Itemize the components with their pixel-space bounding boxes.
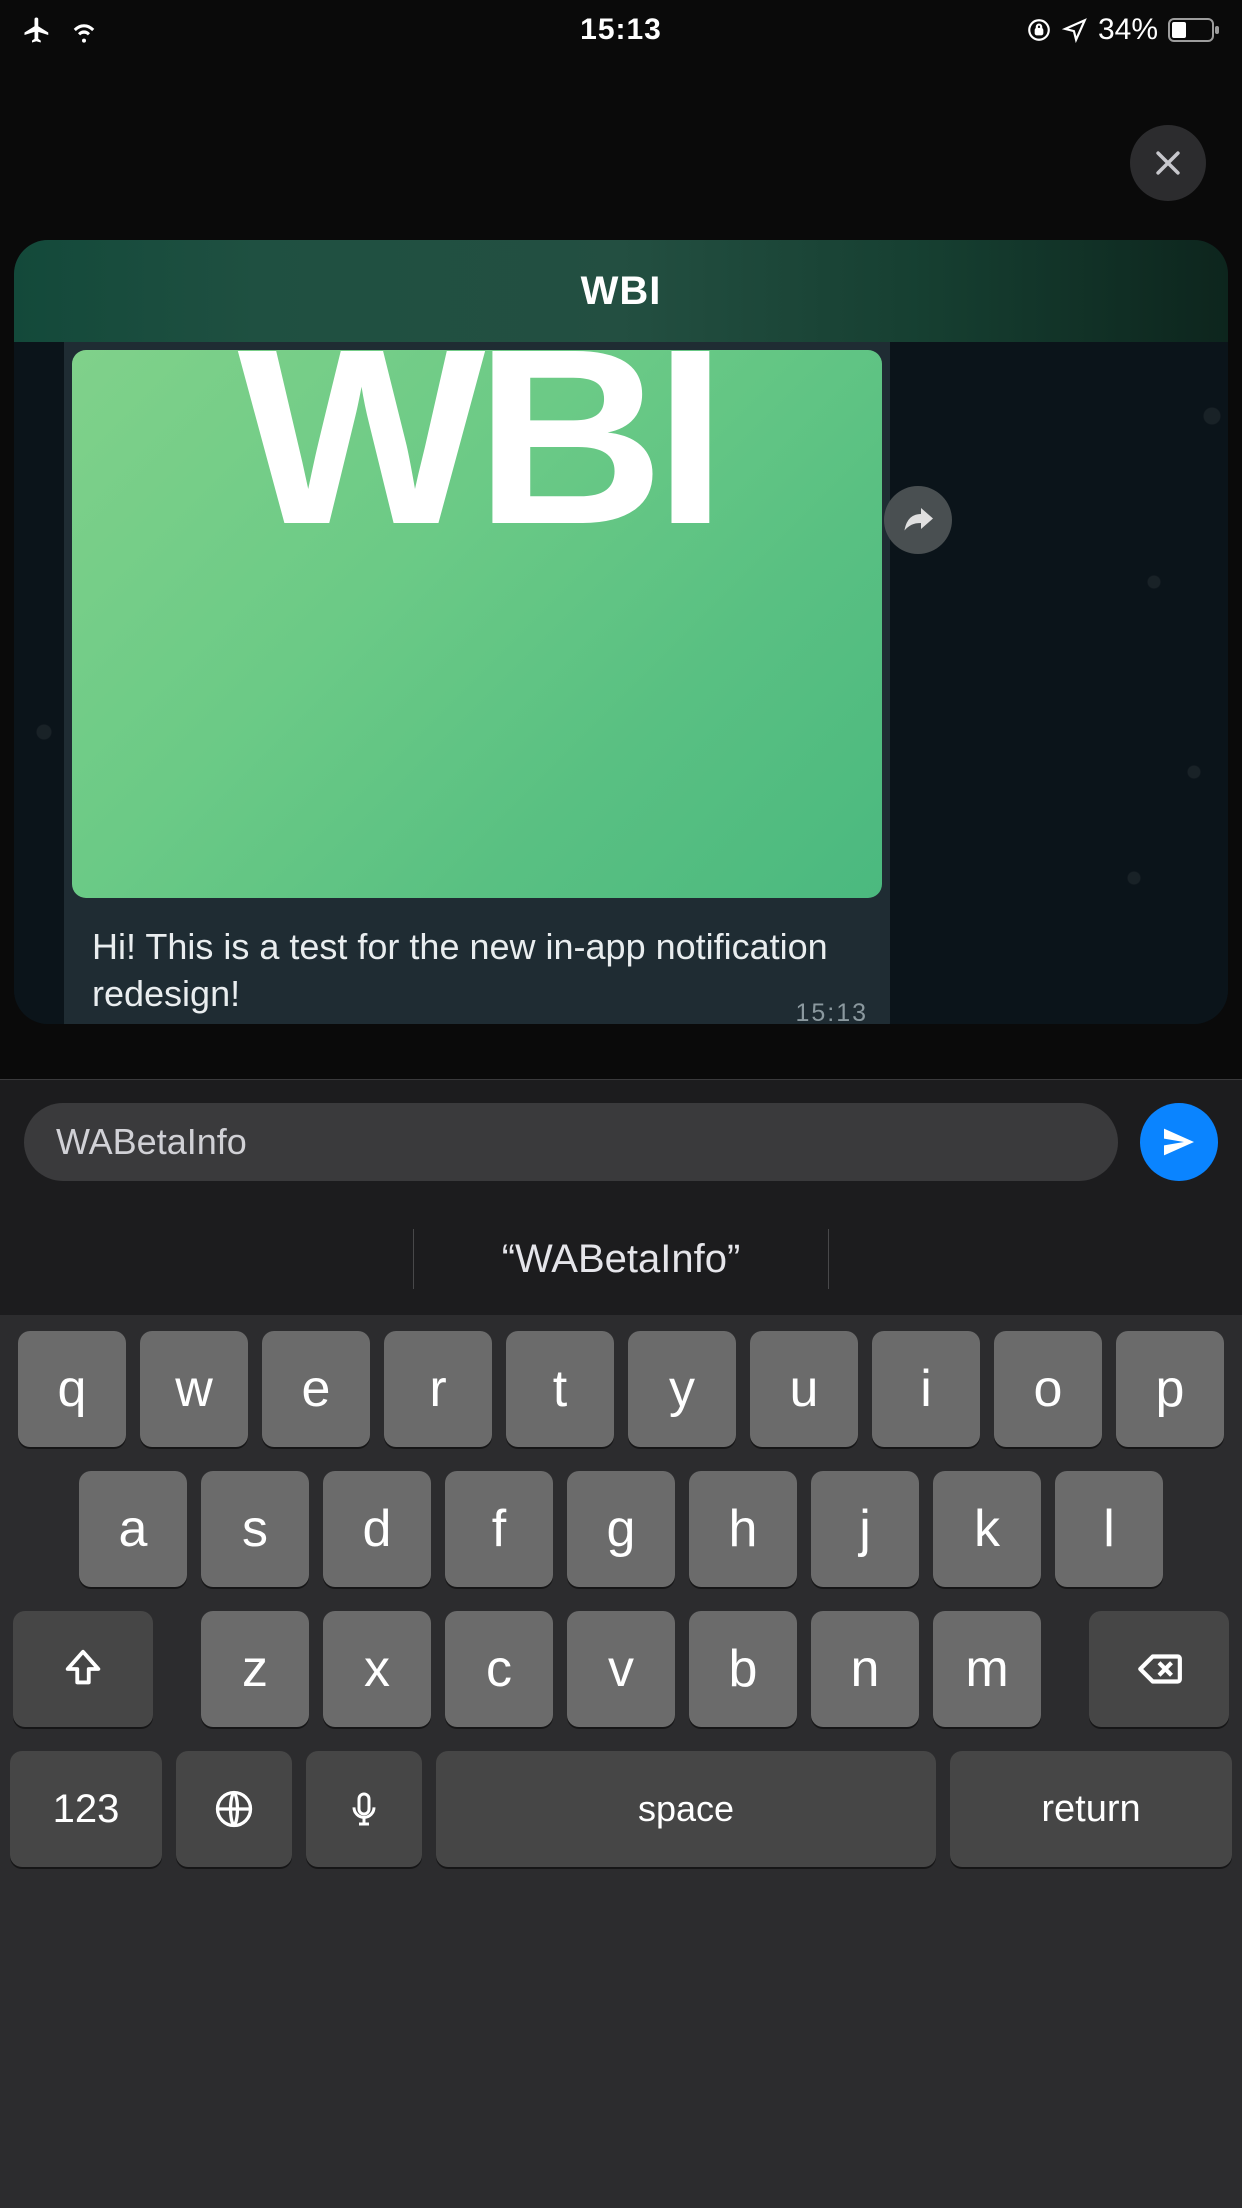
key-row-1: qwertyuiop [10,1331,1232,1447]
status-time: 15:13 [580,13,662,47]
key-d[interactable]: d [323,1471,431,1587]
shift-icon [60,1646,106,1692]
key-rows: qwertyuiop asdfghjkl zxcvbnm 123 [0,1315,1242,2208]
globe-icon [212,1787,256,1831]
key-c[interactable]: c [445,1611,553,1727]
notification-title: WBI [14,240,1228,342]
notification-body: WBI Hi! This is a test for the new in-ap… [14,342,1228,1024]
key-j[interactable]: j [811,1471,919,1587]
wifi-icon [68,14,100,46]
key-e[interactable]: e [262,1331,370,1447]
key-r[interactable]: r [384,1331,492,1447]
suggestion-right[interactable] [829,1221,1242,1297]
message-text: Hi! This is a test for the new in-app no… [92,926,828,1014]
battery-pct: 34% [1098,13,1158,47]
shift-key[interactable] [13,1611,153,1727]
suggestion-left[interactable] [0,1221,413,1297]
key-g[interactable]: g [567,1471,675,1587]
message-time: 15:13 [795,997,868,1024]
chat-bubble[interactable]: WBI Hi! This is a test for the new in-ap… [64,342,890,1024]
key-n[interactable]: n [811,1611,919,1727]
status-bar: 15:13 34% [0,0,1242,60]
reply-input[interactable]: WABetaInfo [24,1103,1118,1181]
key-a[interactable]: a [79,1471,187,1587]
location-icon [1062,17,1088,43]
message-image-text: WBI [238,350,717,562]
close-button[interactable] [1130,125,1206,201]
reply-input-bar: WABetaInfo [0,1079,1242,1203]
key-m[interactable]: m [933,1611,1041,1727]
forward-button[interactable] [884,486,952,554]
message-text-wrap: Hi! This is a test for the new in-app no… [64,906,890,1024]
status-left [22,14,580,46]
key-q[interactable]: q [18,1331,126,1447]
numbers-key[interactable]: 123 [10,1751,162,1867]
key-x[interactable]: x [323,1611,431,1727]
space-key[interactable]: space [436,1751,936,1867]
dictation-key[interactable] [306,1751,422,1867]
key-row-3: zxcvbnm [10,1611,1232,1727]
forward-icon [900,502,936,538]
backspace-icon [1134,1644,1184,1694]
key-y[interactable]: y [628,1331,736,1447]
suggestion-center[interactable]: “WABetaInfo” [414,1221,827,1297]
message-image[interactable]: WBI [72,350,882,898]
key-o[interactable]: o [994,1331,1102,1447]
airplane-mode-icon [22,15,52,45]
close-icon [1151,146,1185,180]
key-f[interactable]: f [445,1471,553,1587]
reply-input-text: WABetaInfo [56,1121,247,1163]
rotation-lock-icon [1026,17,1052,43]
key-w[interactable]: w [140,1331,248,1447]
key-u[interactable]: u [750,1331,858,1447]
key-s[interactable]: s [201,1471,309,1587]
key-z[interactable]: z [201,1611,309,1727]
key-row-2: asdfghjkl [10,1471,1232,1587]
key-t[interactable]: t [506,1331,614,1447]
microphone-icon [344,1789,384,1829]
return-key[interactable]: return [950,1751,1232,1867]
key-b[interactable]: b [689,1611,797,1727]
send-icon [1159,1122,1199,1162]
globe-key[interactable] [176,1751,292,1867]
notification-card[interactable]: WBI WBI Hi! This is a test for the new i… [14,240,1228,1024]
key-p[interactable]: p [1116,1331,1224,1447]
key-v[interactable]: v [567,1611,675,1727]
key-h[interactable]: h [689,1471,797,1587]
keyboard: “WABetaInfo” qwertyuiop asdfghjkl zxcvbn… [0,1203,1242,2208]
key-l[interactable]: l [1055,1471,1163,1587]
key-row-4: 123 space return [10,1751,1232,1867]
suggestion-bar: “WABetaInfo” [0,1203,1242,1315]
status-right: 34% [662,13,1220,47]
send-button[interactable] [1140,1103,1218,1181]
key-i[interactable]: i [872,1331,980,1447]
backspace-key[interactable] [1089,1611,1229,1727]
key-k[interactable]: k [933,1471,1041,1587]
battery-icon [1168,18,1220,42]
